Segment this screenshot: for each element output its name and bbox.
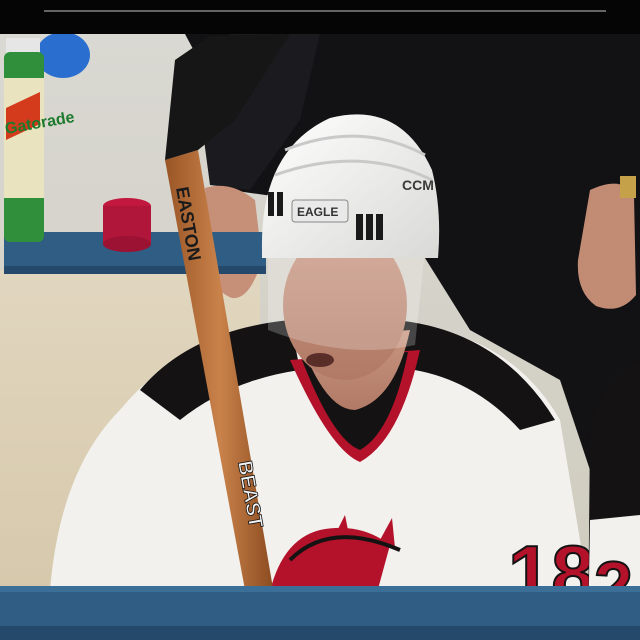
wristwatch	[620, 176, 636, 198]
helmet-brand-label: CCM	[402, 177, 434, 193]
video-frame: Gatorade EAGLE CCM 18 EASTON BEAST	[0, 0, 640, 640]
hockey-bench-photo: Gatorade EAGLE CCM 18 EASTON BEAST	[0, 0, 640, 640]
video-scanline-overlay	[44, 10, 606, 12]
tape-roll	[103, 198, 151, 252]
helmet-visor	[268, 250, 425, 350]
blue-balloon	[36, 32, 90, 78]
player-mouth	[306, 353, 334, 367]
helmet-label: EAGLE	[297, 205, 338, 219]
letterbox-top	[0, 0, 640, 34]
